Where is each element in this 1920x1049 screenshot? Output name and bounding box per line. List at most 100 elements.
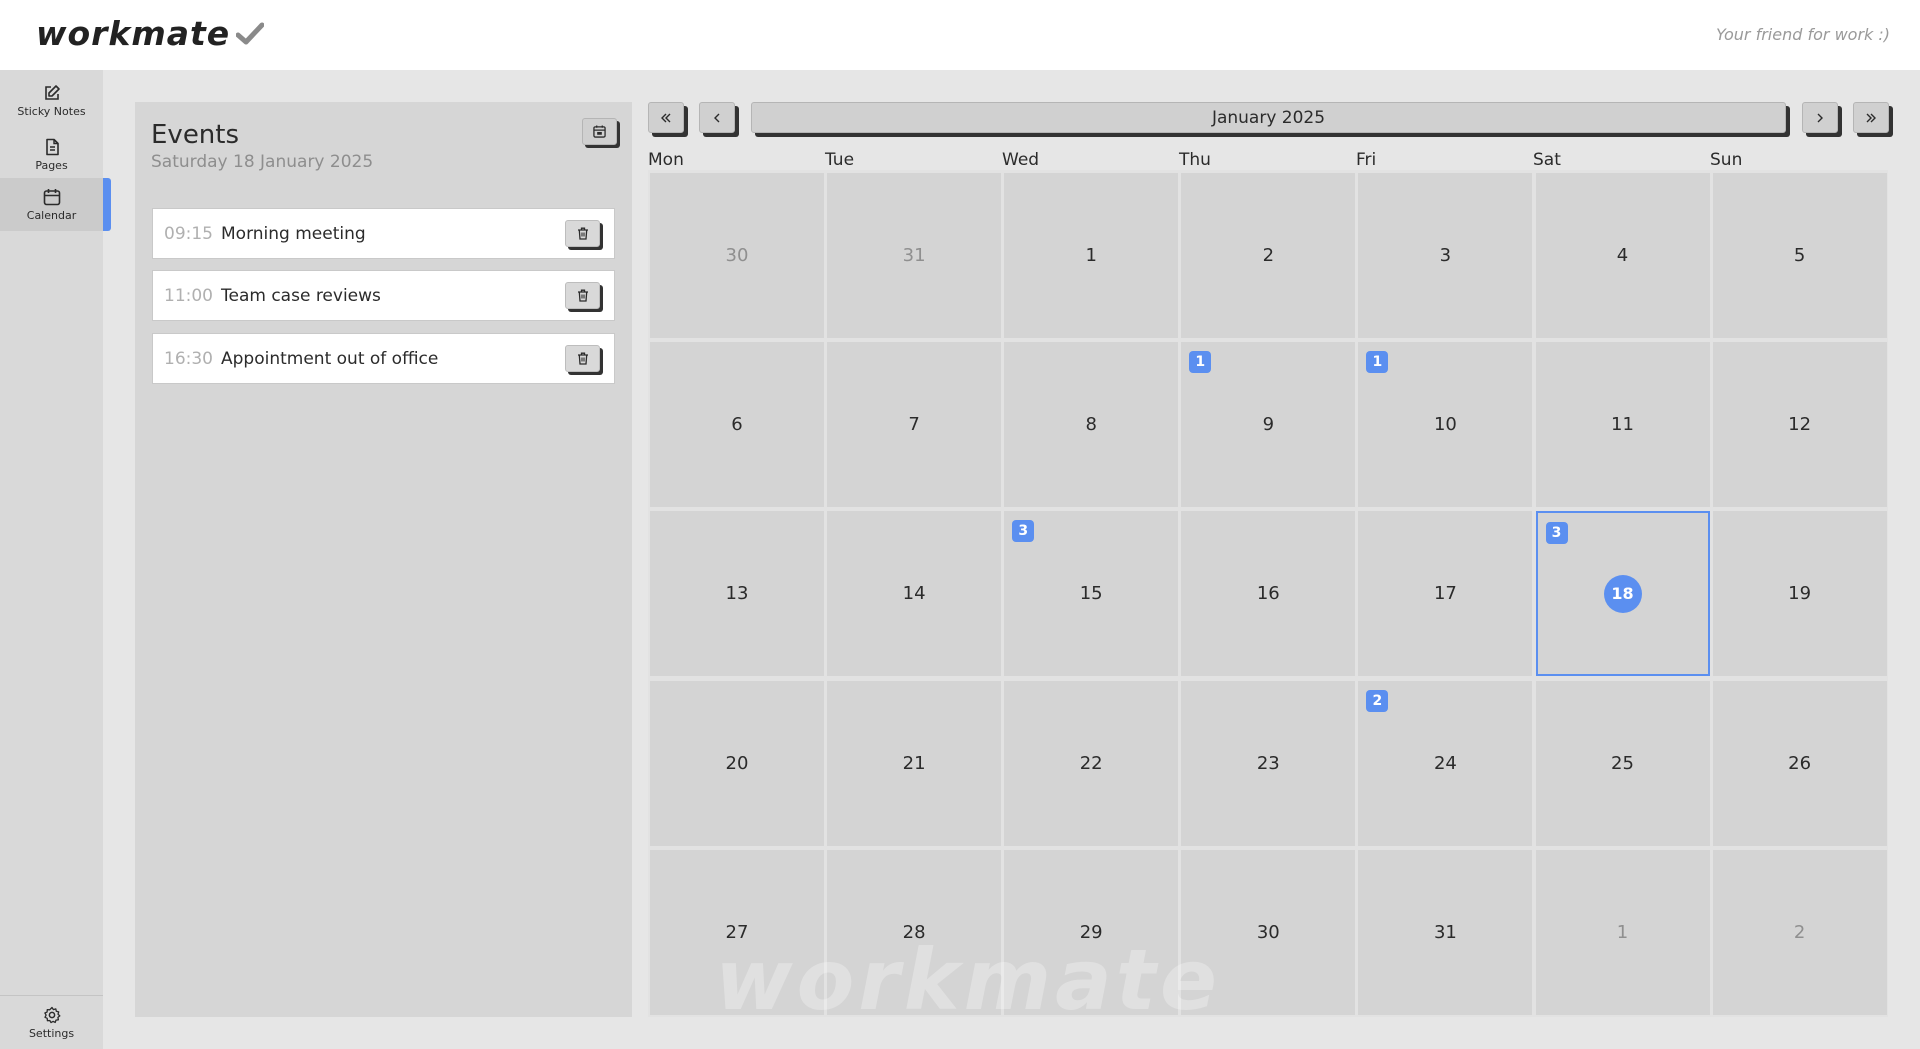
event-count-badge: 3 — [1545, 522, 1568, 545]
delete-event-button[interactable] — [565, 345, 600, 372]
event-item[interactable]: 09:15 Morning meeting — [152, 208, 615, 259]
day-number: 15 — [1079, 583, 1103, 605]
weekday-header: Sun — [1710, 150, 1743, 170]
day-number: 29 — [1079, 921, 1103, 943]
next-month-button[interactable] — [1802, 102, 1838, 133]
sidebar-item-pages[interactable]: Pages — [0, 128, 103, 181]
calendar-icon — [593, 125, 606, 138]
calendar-day-cell[interactable]: 7 — [827, 342, 1002, 508]
calendar-day-cell[interactable]: 13 — [650, 511, 824, 677]
day-number: 22 — [1079, 752, 1103, 774]
calendar-day-cell[interactable]: 25 — [1535, 680, 1710, 846]
calendar-day-cell[interactable]: 31 — [1358, 849, 1533, 1015]
calendar-day-cell[interactable]: 30 — [650, 173, 824, 338]
calendar-day-cell[interactable]: 15 3 — [1004, 511, 1179, 677]
calendar-day-cell[interactable]: 31 — [827, 173, 1002, 338]
events-date: Saturday 18 January 2025 — [151, 152, 374, 172]
double-chevron-right-icon — [1866, 113, 1876, 122]
day-number: 7 — [908, 414, 920, 436]
day-number: 23 — [1256, 752, 1280, 774]
calendar-day-cell[interactable]: 28 — [827, 849, 1002, 1015]
calendar-day-cell[interactable]: 8 — [1004, 342, 1179, 508]
day-number: 18 — [1603, 574, 1642, 613]
event-count-badge: 1 — [1366, 351, 1389, 374]
day-number: 16 — [1256, 583, 1280, 605]
calendar-day-cell[interactable]: 22 — [1004, 680, 1179, 846]
calendar-day-cell[interactable]: 11 — [1535, 342, 1710, 508]
weekday-header: Mon — [648, 150, 684, 170]
month-label-button[interactable]: January 2025 — [751, 102, 1786, 133]
calendar-day-cell[interactable]: 24 2 — [1358, 680, 1533, 846]
calendar-day-cell[interactable]: 12 — [1712, 342, 1887, 508]
document-icon — [45, 138, 59, 155]
event-item[interactable]: 16:30 Appointment out of office — [152, 333, 615, 384]
event-count-badge: 1 — [1189, 351, 1212, 374]
app-logo[interactable]: workmate — [36, 14, 265, 53]
next-year-button[interactable] — [1853, 102, 1889, 133]
calendar-day-cell[interactable]: 3 — [1358, 173, 1533, 338]
calendar-day-cell[interactable]: 29 — [1004, 849, 1179, 1015]
calendar-day-cell[interactable]: 18 3 — [1535, 511, 1710, 677]
calendar-day-cell[interactable]: 26 — [1712, 680, 1887, 846]
calendar-day-cell[interactable]: 19 — [1712, 511, 1887, 677]
day-number: 2 — [1793, 921, 1806, 943]
event-title: Team case reviews — [221, 285, 381, 306]
sidebar-item-settings[interactable]: Settings — [0, 996, 103, 1049]
events-title: Events — [151, 120, 240, 150]
event-count-badge: 2 — [1366, 689, 1389, 712]
day-number: 25 — [1611, 752, 1634, 774]
events-panel: Events Saturday 18 January 2025 09:15 Mo… — [135, 102, 632, 1017]
app-tagline: Your friend for work :) — [1715, 25, 1890, 44]
day-number: 1 — [1616, 921, 1629, 943]
previous-month-button[interactable] — [699, 102, 735, 133]
day-number: 24 — [1433, 752, 1457, 774]
calendar-day-cell[interactable]: 20 — [650, 680, 824, 846]
sidebar: Sticky Notes Pages Calendar Settings — [0, 70, 111, 1049]
logo-text: workmate — [36, 14, 231, 53]
calendar-day-cell[interactable]: 23 — [1181, 680, 1356, 846]
calendar-day-cell[interactable]: 17 — [1358, 511, 1533, 677]
calendar-day-cell[interactable]: 14 — [827, 511, 1002, 677]
event-title: Appointment out of office — [221, 348, 439, 369]
day-number: 26 — [1788, 752, 1812, 774]
calendar-day-cell[interactable]: 4 — [1535, 173, 1710, 338]
calendar-day-cell[interactable]: 2 — [1181, 173, 1356, 338]
calendar-day-cell[interactable]: 30 — [1181, 849, 1356, 1015]
day-number: 31 — [902, 245, 926, 266]
chevron-right-icon — [1817, 113, 1823, 122]
sidebar-item-label: Pages — [35, 158, 68, 172]
add-event-button[interactable] — [582, 118, 617, 145]
app-header: workmate Your friend for work :) — [0, 0, 1920, 70]
day-number: 20 — [725, 752, 749, 774]
calendar-day-cell[interactable]: 6 — [650, 342, 824, 508]
double-chevron-left-icon — [661, 113, 671, 122]
gear-icon — [43, 1006, 60, 1023]
calendar-day-cell[interactable]: 91 — [1181, 342, 1356, 508]
previous-year-button[interactable] — [648, 102, 684, 133]
day-number: 6 — [731, 414, 743, 436]
calendar-day-cell[interactable]: 1 — [1535, 849, 1710, 1015]
calendar-day-cell[interactable]: 1 — [1004, 173, 1179, 338]
sidebar-item-sticky-notes[interactable]: Sticky Notes — [0, 74, 103, 127]
day-number: 5 — [1793, 245, 1806, 266]
event-title: Morning meeting — [221, 223, 366, 244]
day-number: 14 — [902, 583, 926, 605]
calendar-day-cell[interactable]: 27 — [650, 849, 824, 1015]
trash-icon — [577, 352, 588, 365]
calendar-day-cell[interactable]: 16 — [1181, 511, 1356, 677]
event-time: 11:00 — [164, 285, 213, 306]
calendar-day-cell[interactable]: 10 1 — [1358, 342, 1533, 508]
calendar-day-cell[interactable]: 2 — [1712, 849, 1887, 1015]
sidebar-item-label: Calendar — [26, 208, 77, 222]
sidebar-item-calendar[interactable]: Calendar — [0, 178, 111, 231]
calendar-day-cell[interactable]: 5 — [1712, 173, 1887, 338]
trash-icon — [577, 289, 588, 302]
day-number: 21 — [902, 752, 926, 774]
calendar-day-cell[interactable]: 21 — [827, 680, 1002, 846]
day-number: 9 — [1262, 414, 1275, 436]
trash-icon — [577, 227, 588, 240]
event-item[interactable]: 11:00 Team case reviews — [152, 270, 615, 321]
delete-event-button[interactable] — [565, 282, 600, 309]
delete-event-button[interactable] — [565, 220, 600, 247]
weekday-header: Thu — [1179, 150, 1211, 170]
